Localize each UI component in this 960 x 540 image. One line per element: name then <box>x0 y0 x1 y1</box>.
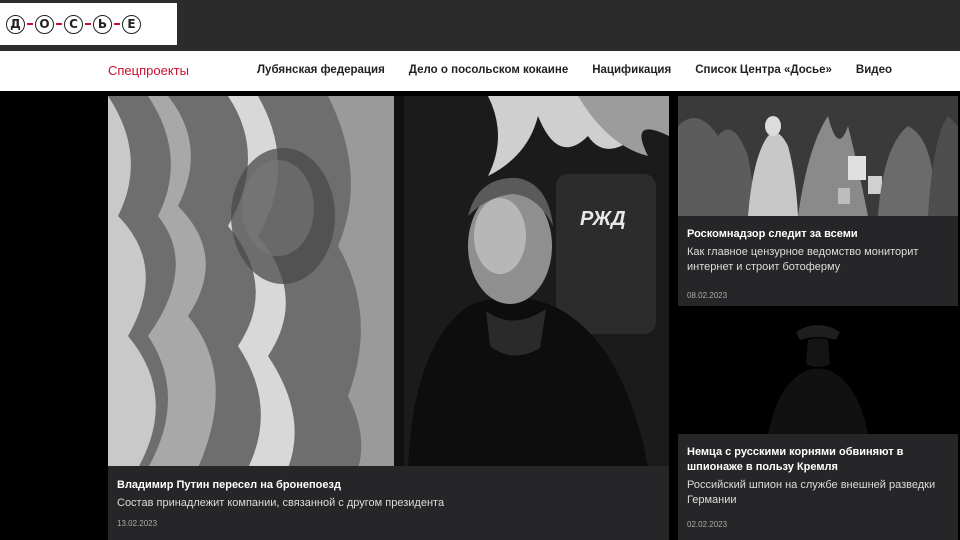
article-subtitle: Состав принадлежит компании, связанной с… <box>117 497 445 509</box>
nav-special-projects[interactable]: Спецпроекты <box>108 63 189 78</box>
article-title[interactable]: Роскомнадзор следит за всеми <box>687 227 949 242</box>
article-caption: Роскомнадзор следит за всеми Как главное… <box>678 216 958 306</box>
logo-letter: Д <box>6 14 25 34</box>
article-date: 08.02.2023 <box>687 291 728 300</box>
main-nav: Спецпроекты Лубянская федерация Дело о п… <box>0 51 960 91</box>
article-title[interactable]: Немца с русскими корнями обвиняют в шпио… <box>687 445 949 475</box>
logo-dash <box>85 23 91 25</box>
article-caption: Немца с русскими корнями обвиняют в шпио… <box>678 434 958 540</box>
article-subtitle: Как главное цензурное ведомство монитори… <box>687 246 919 273</box>
article-illustration <box>678 312 958 434</box>
nav-link-lubyanka[interactable]: Лубянская федерация <box>257 64 385 76</box>
article-illustration <box>678 96 958 216</box>
logo-letter: С <box>64 14 83 34</box>
article-card-spy[interactable]: Немца с русскими корнями обвиняют в шпио… <box>678 312 958 540</box>
logo-letter: Е <box>122 14 141 34</box>
nav-link-cocaine-case[interactable]: Дело о посольском кокаине <box>409 64 568 76</box>
logo-dash <box>27 23 33 25</box>
article-subtitle: Российский шпион на службе внешней разве… <box>687 479 936 506</box>
nav-link-video[interactable]: Видео <box>856 64 892 76</box>
logo-letter: О <box>35 14 54 34</box>
article-title[interactable]: Владимир Путин пересел на бронепоезд <box>117 478 660 493</box>
logo-dash <box>56 23 62 25</box>
logo-dash <box>114 23 120 25</box>
nav-link-center-list[interactable]: Список Центра «Досье» <box>695 64 832 76</box>
article-card-main[interactable]: РЖД Владимир Путин пересел на бронепоезд… <box>108 96 669 540</box>
logo-letter: Ь <box>93 14 112 34</box>
article-caption: Владимир Путин пересел на бронепоезд Сос… <box>108 466 669 540</box>
rzd-logo: РЖД <box>580 208 626 230</box>
article-illustration <box>108 96 669 468</box>
article-date: 02.02.2023 <box>687 520 728 529</box>
site-logo[interactable]: Д О С Ь Е <box>0 3 177 45</box>
article-date: 13.02.2023 <box>117 519 158 528</box>
article-card-rkn[interactable]: Роскомнадзор следит за всеми Как главное… <box>678 96 958 306</box>
top-bar: Д О С Ь Е <box>0 0 960 51</box>
nav-links: Лубянская федерация Дело о посольском ко… <box>257 64 892 76</box>
nav-link-nazification[interactable]: Нацификация <box>592 64 671 76</box>
